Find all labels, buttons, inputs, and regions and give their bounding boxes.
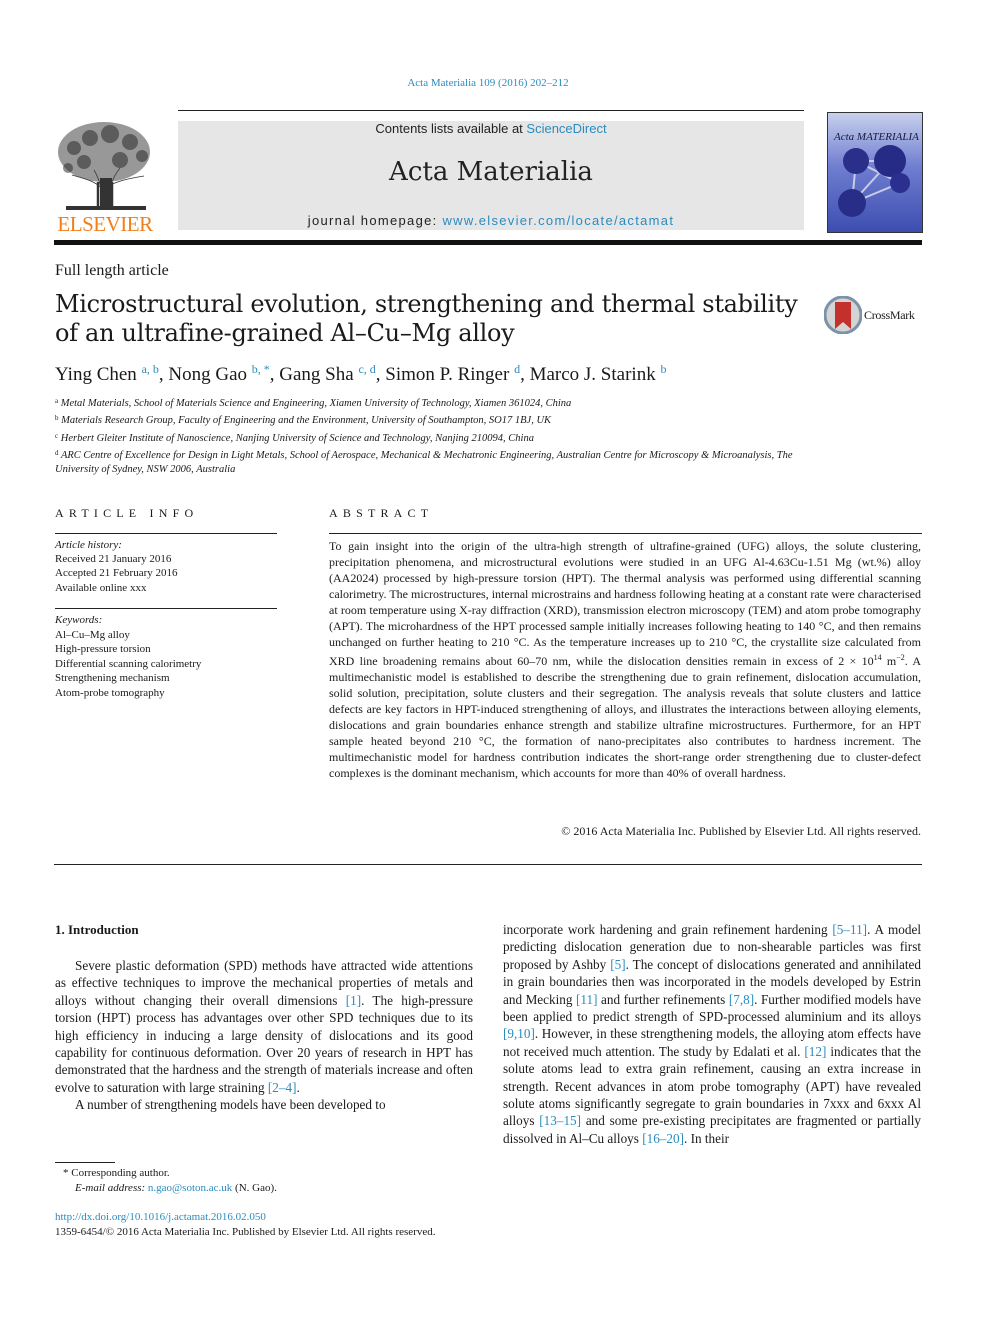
- history-received: Received 21 January 2016: [55, 553, 172, 566]
- body-text: .: [296, 1079, 300, 1095]
- citation-link[interactable]: [7,8]: [729, 992, 754, 1007]
- affiliation-item: c Herbert Gleiter Institute of Nanoscien…: [55, 429, 815, 446]
- affiliation-item: d ARC Centre of Excellence for Design in…: [55, 446, 815, 478]
- article-info-rule: [55, 533, 277, 534]
- affiliation-text: Herbert Gleiter Institute of Nanoscience…: [60, 432, 534, 444]
- abstract-unit: m: [881, 654, 897, 668]
- body-paragraph: Severe plastic deformation (SPD) methods…: [55, 957, 473, 1096]
- author-name[interactable]: Nong Gao: [168, 364, 247, 385]
- email-label: E-mail address:: [75, 1182, 148, 1194]
- header-thick-rule: [54, 240, 922, 245]
- author-name[interactable]: Marco J. Starink: [530, 364, 656, 385]
- article-title: Microstructural evolution, strengthening…: [55, 290, 798, 347]
- keyword-item: Differential scanning calorimetry: [55, 657, 202, 670]
- body-column-right: incorporate work hardening and grain ref…: [503, 921, 921, 1147]
- homepage-prefix: journal homepage:: [307, 213, 443, 228]
- affiliation-item: a Metal Materials, School of Materials S…: [55, 394, 815, 411]
- author-list: Ying Chen a, b, Nong Gao b, *, Gang Sha …: [55, 362, 667, 385]
- author-name[interactable]: Simon P. Ringer: [385, 364, 509, 385]
- section-divider: [54, 864, 922, 865]
- affiliation-text: ARC Centre of Excellence for Design in L…: [55, 449, 793, 476]
- history-online: Available online xxx: [55, 581, 147, 594]
- journal-name: Acta Materialia: [389, 157, 593, 187]
- article-history: Article history: Received 21 January 201…: [55, 538, 285, 595]
- body-paragraph: incorporate work hardening and grain ref…: [503, 921, 921, 1147]
- abstract-rule: [329, 533, 922, 534]
- keyword-item: Atom-probe tomography: [55, 686, 165, 699]
- keyword-item: Strengthening mechanism: [55, 672, 170, 684]
- citation-link[interactable]: [13–15]: [539, 1113, 581, 1128]
- footnotes: * Corresponding author. E-mail address: …: [55, 1166, 277, 1196]
- affiliation-key: a: [55, 397, 59, 405]
- history-accepted: Accepted 21 February 2016: [55, 567, 178, 580]
- abstract-text-part: . A multimechanistic model is establishe…: [329, 654, 921, 780]
- author-affiliation-marker[interactable]: b: [660, 362, 666, 376]
- article-info-heading: ARTICLE INFO: [55, 506, 199, 520]
- affiliation-list: a Metal Materials, School of Materials S…: [55, 394, 815, 477]
- sciencedirect-link[interactable]: ScienceDirect: [526, 121, 606, 136]
- history-label: Article history:: [55, 539, 122, 551]
- introduction-heading: 1. Introduction: [55, 922, 139, 937]
- abstract-exponent: 14: [873, 653, 882, 662]
- affiliation-key: b: [55, 414, 59, 423]
- email-suffix: (N. Gao).: [232, 1182, 277, 1194]
- footnote-rule: [55, 1162, 115, 1163]
- abstract-copyright: © 2016 Acta Materialia Inc. Published by…: [561, 824, 921, 838]
- homepage-link[interactable]: www.elsevier.com/locate/actamat: [442, 213, 674, 228]
- body-text: and further refinements: [597, 991, 729, 1007]
- body-column-left: Severe plastic deformation (SPD) methods…: [55, 957, 473, 1114]
- citation-link[interactable]: [11]: [576, 992, 597, 1007]
- journal-masthead: Contents lists available at ScienceDirec…: [178, 121, 804, 230]
- keywords-rule: [55, 608, 277, 609]
- author-affiliation-marker[interactable]: a, b: [142, 362, 159, 376]
- citation-link[interactable]: [5–11]: [832, 922, 867, 937]
- affiliation-text: Materials Research Group, Faculty of Eng…: [61, 415, 552, 427]
- contents-availability: Contents lists available at ScienceDirec…: [178, 121, 804, 136]
- abstract-exponent: −2: [896, 653, 905, 662]
- elsevier-wordmark: ELSEVIER: [57, 212, 153, 236]
- author-affiliation-marker[interactable]: d: [514, 362, 520, 376]
- keyword-item: High-pressure torsion: [55, 643, 151, 655]
- email-note: E-mail address: n.gao@soton.ac.uk (N. Ga…: [55, 1181, 277, 1196]
- journal-homepage: journal homepage: www.elsevier.com/locat…: [178, 213, 804, 228]
- corresponding-author-note: * Corresponding author.: [63, 1167, 170, 1179]
- abstract-text-part: To gain insight into the origin of the u…: [329, 539, 921, 668]
- contents-prefix: Contents lists available at: [375, 121, 527, 136]
- author-affiliation-marker[interactable]: b, *: [252, 362, 270, 376]
- keyword-item: Al–Cu–Mg alloy: [55, 628, 130, 641]
- body-text: . The high-pressure torsion (HPT) proces…: [55, 992, 473, 1095]
- cover-molecule-graphic: [838, 145, 910, 217]
- email-link[interactable]: n.gao@soton.ac.uk: [148, 1182, 232, 1194]
- crossmark-icon: [824, 296, 862, 334]
- issn-copyright: 1359-6454/© 2016 Acta Materialia Inc. Pu…: [55, 1226, 436, 1238]
- citation-link[interactable]: [1]: [346, 993, 361, 1008]
- affiliation-key: c: [55, 431, 59, 440]
- crossmark-button[interactable]: CrossMark: [824, 296, 924, 334]
- citation-link[interactable]: [12]: [804, 1044, 826, 1059]
- affiliation-item: b Materials Research Group, Faculty of E…: [55, 411, 815, 428]
- doi-link[interactable]: http://dx.doi.org/10.1016/j.actamat.2016…: [55, 1211, 266, 1223]
- author-name[interactable]: Gang Sha: [279, 364, 353, 385]
- body-text: . In their: [683, 1130, 730, 1146]
- citation-link[interactable]: [16–20]: [642, 1131, 684, 1146]
- citation-link[interactable]: [2–4]: [268, 1080, 297, 1095]
- citation-link[interactable]: [9,10]: [503, 1026, 535, 1041]
- crossmark-label: CrossMark: [864, 308, 915, 322]
- body-text: incorporate work hardening and grain ref…: [503, 922, 833, 937]
- abstract-heading: ABSTRACT: [329, 506, 434, 520]
- author-name[interactable]: Ying Chen: [55, 364, 137, 385]
- article-type: Full length article: [55, 262, 169, 279]
- journal-cover-image[interactable]: Acta MATERIALIA: [827, 112, 923, 233]
- abstract-text: To gain insight into the origin of the u…: [329, 538, 921, 781]
- affiliation-text: Metal Materials, School of Materials Sci…: [60, 398, 572, 409]
- journal-citation[interactable]: Acta Materialia 109 (2016) 202–212: [0, 77, 976, 89]
- header-rule: [178, 110, 804, 111]
- author-affiliation-marker[interactable]: c, d: [358, 362, 375, 376]
- body-paragraph: A number of strengthening models have be…: [75, 1097, 386, 1113]
- keywords-label: Keywords:: [55, 614, 103, 626]
- keywords-list: Keywords: Al–Cu–Mg alloy High-pressure t…: [55, 613, 285, 700]
- citation-link[interactable]: [5]: [610, 957, 625, 972]
- affiliation-key: d: [55, 448, 59, 457]
